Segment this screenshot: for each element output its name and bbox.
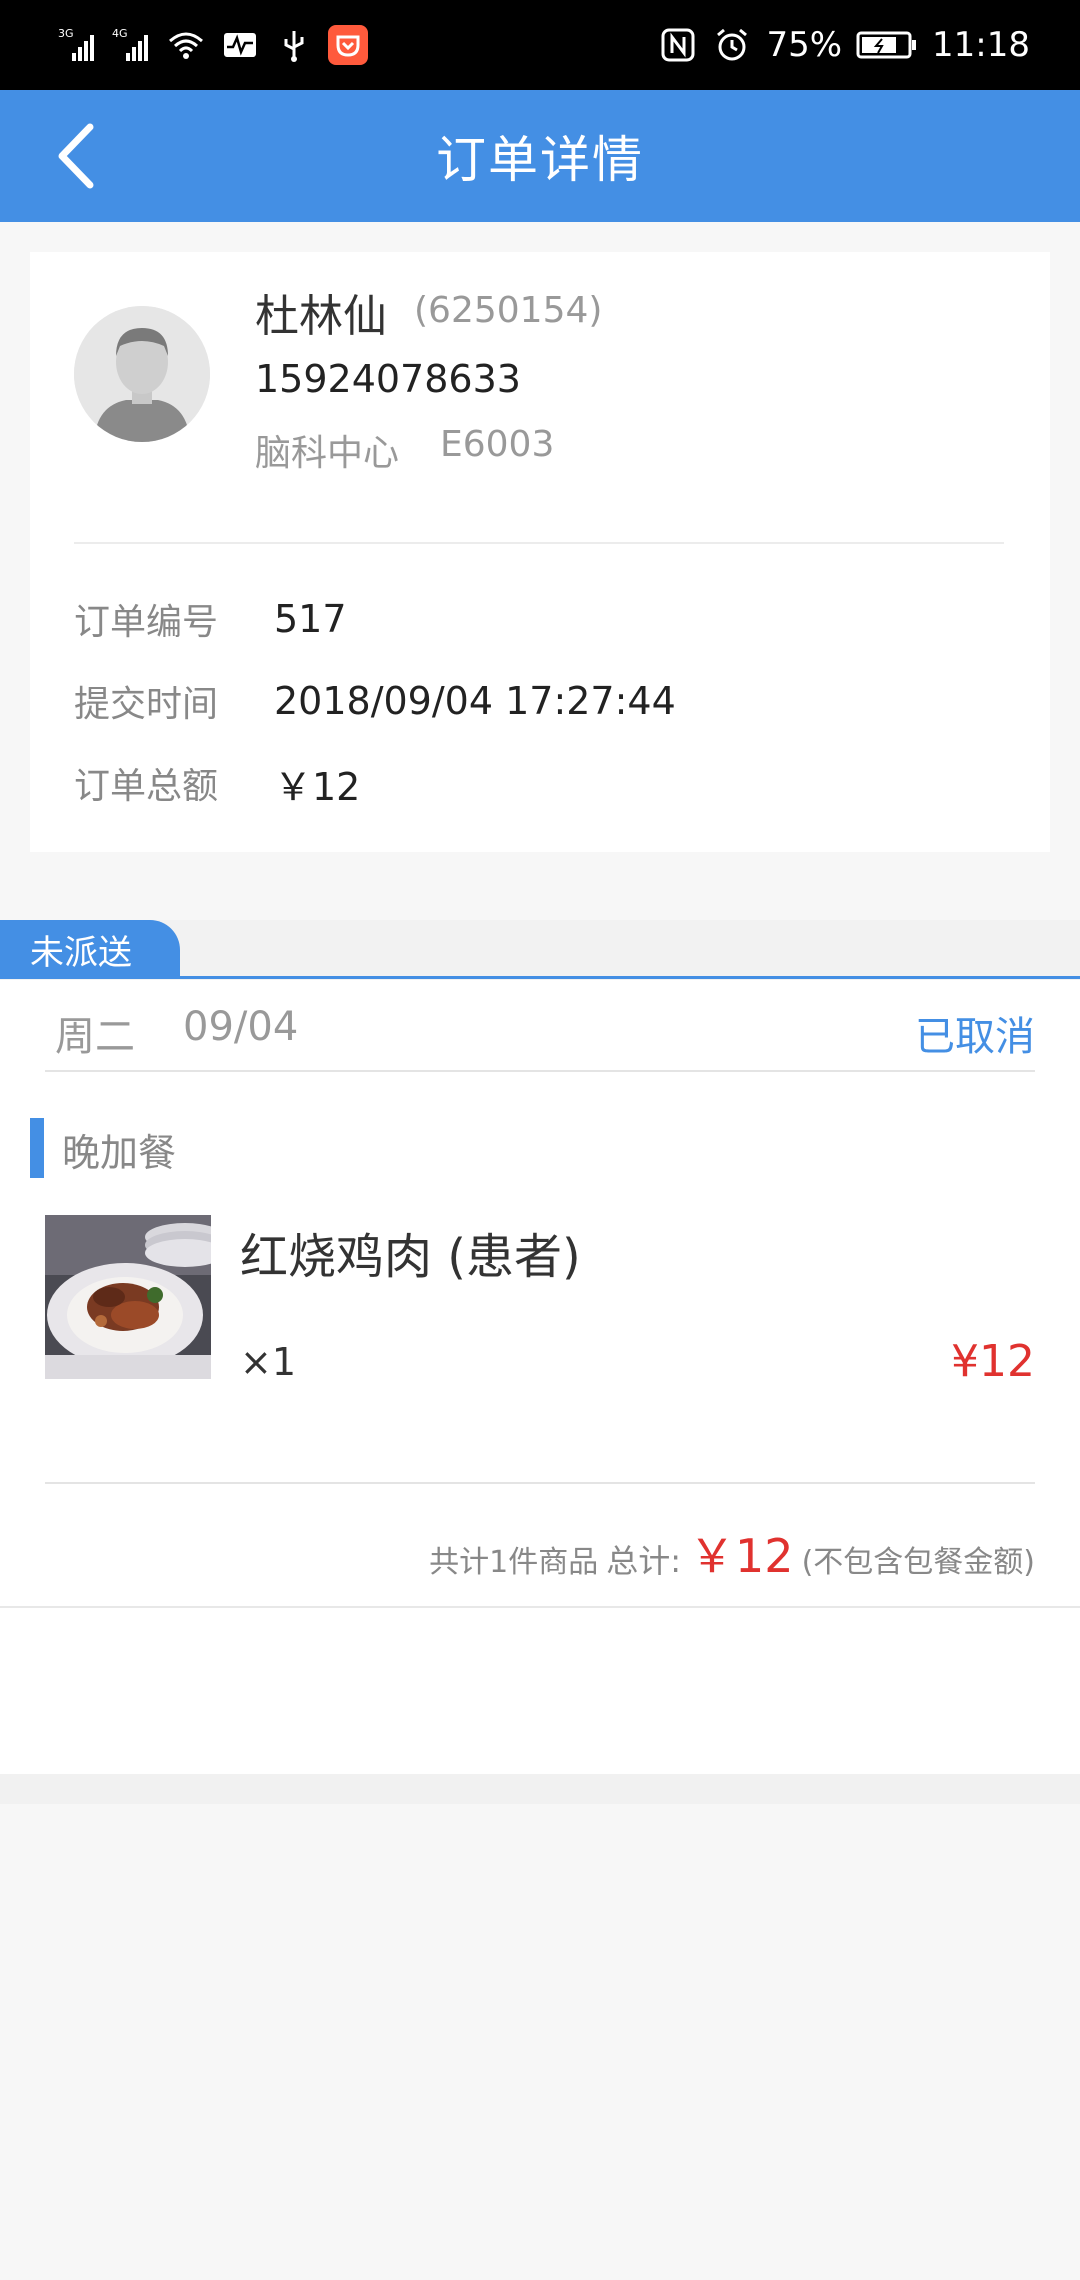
- summary-label: 总计:: [606, 1542, 682, 1580]
- food-image[interactable]: [45, 1215, 211, 1379]
- status-bar: 3G 4G 75% 11:18: [0, 0, 1080, 90]
- food-price: ¥12: [951, 1336, 1035, 1387]
- submit-time-row: 提交时间 2018/09/04 17:27:44: [74, 676, 676, 726]
- chevron-left-icon: [58, 123, 94, 189]
- order-total-value: ￥12: [274, 764, 361, 809]
- date-weekday: 周二: [55, 1014, 135, 1060]
- divider: [45, 1482, 1035, 1484]
- summary-amount: ￥12: [689, 1529, 794, 1583]
- svg-text:3G: 3G: [58, 27, 74, 40]
- summary-note: (不包含包餐金额): [801, 1545, 1035, 1580]
- order-section: 未派送 周二 09/04 已取消 晚加餐 红烧鸡肉 (患者) ×1 ¥12 共计…: [0, 920, 1080, 1774]
- order-total-label: 订单总额: [74, 766, 219, 807]
- order-number-label: 订单编号: [74, 602, 219, 643]
- svg-text:4G: 4G: [112, 27, 128, 40]
- summary-count: 共计1件商品: [429, 1545, 599, 1580]
- app-notification-icon: [328, 25, 368, 65]
- battery-percent: 75%: [766, 25, 843, 65]
- order-status: 已取消: [915, 1014, 1035, 1060]
- clock: 11:18: [932, 25, 1030, 65]
- divider: [45, 1070, 1035, 1072]
- meal-type: 晚加餐: [62, 1131, 177, 1175]
- order-number-row: 订单编号 517: [74, 594, 347, 644]
- food-quantity: ×1: [240, 1340, 297, 1384]
- order-total-row: 订单总额 ￥12: [74, 758, 361, 809]
- activity-icon: [220, 25, 260, 65]
- back-button[interactable]: [36, 116, 116, 196]
- submit-time-value: 2018/09/04 17:27:44: [274, 679, 676, 723]
- status-bar-left: 3G 4G: [58, 25, 368, 65]
- signal-4g-icon: 4G: [112, 25, 152, 65]
- date-value: 09/04: [183, 1004, 299, 1050]
- tab-undelivered[interactable]: 未派送: [0, 920, 180, 978]
- section-separator: [0, 1774, 1080, 1804]
- patient-bed: E6003: [440, 424, 555, 465]
- food-name: 红烧鸡肉 (患者): [240, 1229, 581, 1285]
- divider: [74, 542, 1004, 544]
- page-title: 订单详情: [436, 131, 644, 189]
- tab-underline: [0, 976, 1080, 979]
- usb-icon: [274, 25, 314, 65]
- person-silhouette-icon: [74, 306, 210, 442]
- order-summary: 共计1件商品 总计: ￥12 (不包含包餐金额): [429, 1520, 1035, 1583]
- avatar: [74, 306, 210, 442]
- app-header: 订单详情: [0, 90, 1080, 222]
- submit-time-label: 提交时间: [74, 684, 219, 725]
- status-bar-right: 75% 11:18: [658, 25, 1030, 65]
- patient-card: 杜林仙 (6250154) 15924078633 脑科中心 E6003 订单编…: [30, 252, 1050, 852]
- wifi-icon: [166, 25, 206, 65]
- signal-3g-icon: 3G: [58, 25, 98, 65]
- order-number-value: 517: [274, 597, 347, 641]
- divider: [0, 1606, 1080, 1608]
- patient-department: 脑科中心: [255, 433, 400, 474]
- food-photo: [45, 1215, 211, 1379]
- patient-phone: 15924078633: [255, 357, 521, 401]
- battery-icon: [856, 25, 918, 65]
- meal-type-marker: [30, 1118, 44, 1178]
- nfc-icon: [658, 25, 698, 65]
- alarm-icon: [712, 25, 752, 65]
- patient-id: (6250154): [414, 290, 603, 331]
- patient-name: 杜林仙: [255, 291, 387, 342]
- date-row: 周二 09/04 已取消: [45, 990, 1035, 1070]
